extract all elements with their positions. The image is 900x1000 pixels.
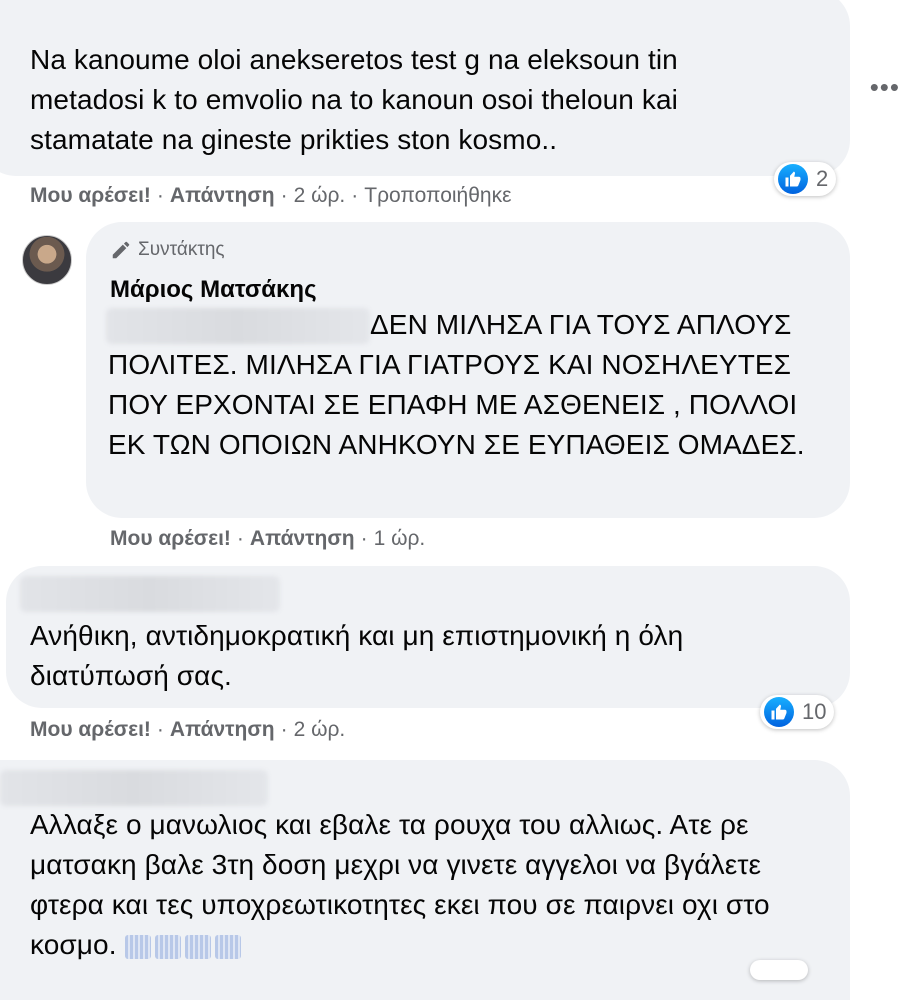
avatar[interactable] [22, 235, 72, 285]
like-button[interactable]: Μου αρέσει! [110, 527, 231, 550]
reaction-count: 10 [802, 699, 827, 724]
reaction-badge[interactable]: 10 [760, 695, 835, 729]
author-badge: Συντάκτης [110, 239, 225, 261]
redacted-author-name [20, 576, 280, 612]
comment-time[interactable]: 2 ώρ. [294, 718, 346, 741]
emoji-icon [214, 934, 241, 959]
more-options-icon[interactable]: ••• [870, 72, 900, 103]
like-button[interactable]: Μου αρέσει! [30, 184, 151, 207]
comment-text: Αλλαξε ο μανωλιος και εβαλε τα ρουχα του… [30, 805, 830, 965]
comment-text: ΔΕΝ ΜΙΛΗΣΑ ΓΙΑ ΤΟΥΣ ΑΠΛΟΥΣ ΠΟΛΙΤΕΣ. ΜΙΛΗ… [108, 309, 805, 460]
comment-time[interactable]: 2 ώρ. [294, 184, 346, 207]
reaction-badge[interactable] [750, 960, 808, 980]
comment-time[interactable]: 1 ώρ. [374, 527, 426, 550]
thumbs-up-icon [764, 697, 794, 727]
reaction-count: 2 [816, 166, 829, 191]
author-name[interactable]: Μάριος Ματσάκης [110, 276, 317, 304]
comment-actions: Μου αρέσει! · Απάντηση · 2 ώρ. [30, 718, 346, 741]
comment-actions: Μου αρέσει! · Απάντηση · 1 ώρ. [110, 527, 426, 550]
reaction-badge[interactable]: 2 [774, 162, 837, 196]
reply-button[interactable]: Απάντηση [250, 527, 355, 550]
reply-button[interactable]: Απάντηση [170, 718, 275, 741]
comment-text: Na kanoume oloi anekseretos test g na el… [30, 44, 678, 155]
emoji-icon [124, 934, 151, 959]
pencil-icon [112, 241, 130, 259]
comment-text: Ανήθικη, αντιδημοκρατική και μη επιστημο… [30, 620, 684, 691]
role-label: Συντάκτης [138, 239, 225, 260]
comment-actions: Μου αρέσει! · Απάντηση · 2 ώρ. · Τροποποιήθηκε [30, 184, 512, 207]
emoji-sequence [124, 934, 241, 959]
reply-button[interactable]: Απάντηση [170, 184, 275, 207]
emoji-icon [154, 934, 181, 959]
emoji-icon [184, 934, 211, 959]
like-button[interactable]: Μου αρέσει! [30, 718, 151, 741]
thumbs-up-icon [778, 164, 808, 194]
redacted-author-name [0, 770, 268, 806]
edited-label: Τροποποιήθηκε [364, 184, 512, 207]
